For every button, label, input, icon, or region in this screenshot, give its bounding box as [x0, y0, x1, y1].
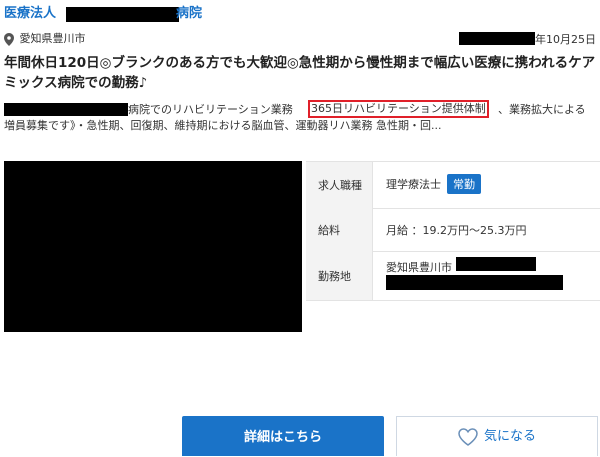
info-row-salary: 給料 月給 ：19.2万円〜25.3万円: [306, 208, 600, 252]
redacted-hospital-name: [4, 103, 128, 116]
redacted-year: [459, 32, 535, 45]
posted-date: 年10月25日: [535, 33, 596, 46]
description-part1: 病院でのリハビリテーション業務: [128, 103, 293, 116]
job-type-text: 理学療法士: [386, 178, 441, 191]
location-text: 愛知県豊川市: [19, 32, 86, 45]
description-highlight: 365日リハビリテーション提供体制: [308, 100, 489, 118]
info-value-job-type: 理学療法士 常勤: [386, 174, 481, 194]
employment-type-badge: 常勤: [447, 174, 481, 194]
location-row: 愛知県豊川市: [4, 30, 86, 48]
info-value-workplace: 愛知県豊川市: [386, 261, 452, 274]
job-photo: [4, 161, 302, 332]
info-key-job-type: 求人職種: [318, 179, 362, 192]
favorite-label: 気になる: [483, 429, 536, 444]
info-value-salary: 月給 ：19.2万円〜25.3万円: [386, 224, 527, 237]
map-pin-icon: [4, 32, 14, 46]
redacted-address-line2: [386, 275, 563, 290]
favorite-button[interactable]: 気になる: [396, 416, 598, 456]
org-suffix[interactable]: 病院: [176, 4, 202, 24]
description-part2: 、業務拡大による: [498, 103, 586, 116]
info-row-workplace: 勤務地 愛知県豊川市: [306, 251, 600, 301]
org-prefix[interactable]: 医療法人: [4, 4, 56, 24]
redacted-org-name: [66, 7, 179, 22]
info-row-job-type: 求人職種 理学療法士 常勤: [306, 162, 600, 209]
heart-icon: [458, 427, 478, 446]
job-info-table: 求人職種 理学療法士 常勤 給料 月給 ：19.2万円〜25.3万円 勤務地 愛知…: [306, 161, 600, 301]
info-key-workplace: 勤務地: [318, 270, 351, 283]
details-button[interactable]: 詳細はこちら: [182, 416, 384, 456]
job-headline[interactable]: 年間休日120日◎ブランクのある方でも大歓迎◎急性期から慢性期まで幅広い医療に携…: [4, 53, 600, 93]
description-line2: 増員募集です》・急性期、回復期、維持期における脳血管、運動器リハ業務 急性期・回…: [4, 119, 442, 132]
redacted-address-line1: [456, 257, 536, 271]
info-key-salary: 給料: [318, 224, 340, 237]
